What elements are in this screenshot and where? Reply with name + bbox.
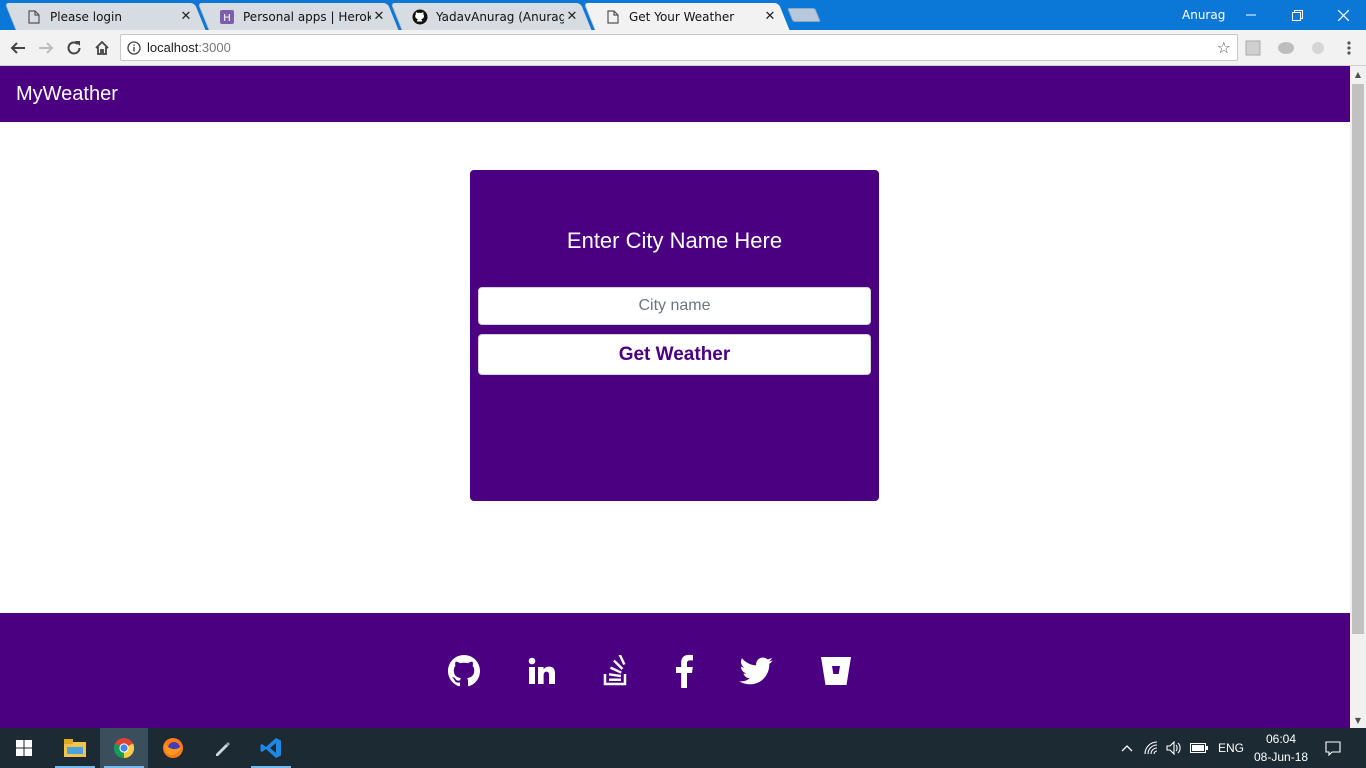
battery-icon[interactable] <box>1190 740 1208 756</box>
tab-please-login[interactable]: Please login ✕ <box>4 3 206 30</box>
heroku-icon: H <box>219 9 235 25</box>
close-icon[interactable]: ✕ <box>178 9 194 25</box>
city-name-input[interactable] <box>478 287 871 325</box>
pen-tool-icon[interactable] <box>198 728 246 768</box>
svg-text:H: H <box>223 13 231 24</box>
home-icon[interactable] <box>90 36 114 60</box>
wifi-icon[interactable] <box>1143 740 1161 756</box>
pdf-extension-icon[interactable] <box>1245 40 1263 56</box>
linkedin-icon[interactable] <box>524 653 560 689</box>
reload-icon[interactable] <box>62 36 86 60</box>
app-footer <box>0 613 1350 728</box>
get-weather-button[interactable]: Get Weather <box>478 334 871 375</box>
restore-icon[interactable] <box>1274 0 1320 30</box>
tab-label: Please login <box>50 9 122 24</box>
extension-icon[interactable] <box>1309 40 1327 56</box>
close-icon[interactable]: ✕ <box>762 9 778 25</box>
tab-heroku[interactable]: H Personal apps | Heroku ✕ <box>197 3 399 30</box>
scroll-down-icon[interactable]: ▼ <box>1350 712 1366 728</box>
tab-get-your-weather[interactable]: Get Your Weather ✕ <box>583 3 790 30</box>
new-tab-button[interactable] <box>787 8 821 22</box>
bookmark-star-icon[interactable]: ☆ <box>1217 38 1231 57</box>
url-text: localhost:3000 <box>147 40 231 55</box>
windows-taskbar: ENG 06:04 08-Jun-18 <box>0 728 1366 768</box>
input-language[interactable]: ENG <box>1218 741 1244 755</box>
tab-label: Personal apps | Heroku <box>243 9 371 24</box>
stackoverflow-icon[interactable] <box>598 653 634 689</box>
firefox-icon[interactable] <box>149 728 197 768</box>
page-icon <box>26 9 42 25</box>
minimize-icon[interactable] <box>1228 0 1274 30</box>
action-center-icon[interactable] <box>1324 740 1342 756</box>
site-info-icon[interactable] <box>127 40 141 59</box>
page-icon <box>605 9 621 25</box>
twitter-icon[interactable] <box>738 653 774 689</box>
github-icon <box>412 9 428 25</box>
scrollbar-thumb[interactable] <box>1352 84 1364 634</box>
brand-logo-text[interactable]: MyWeather <box>16 83 118 106</box>
forward-icon[interactable] <box>34 36 58 60</box>
address-bar[interactable]: localhost:3000 ☆ <box>120 34 1238 61</box>
clock-time[interactable]: 06:04 <box>1266 732 1296 746</box>
profile-name[interactable]: Anurag <box>1182 8 1225 22</box>
screen: Please login ✕ H Personal apps | Heroku … <box>0 0 1366 768</box>
facebook-icon[interactable] <box>666 653 702 689</box>
app-navbar: MyWeather <box>0 66 1350 122</box>
tab-label: Get Your Weather <box>629 9 735 24</box>
vertical-scrollbar[interactable]: ▲ ▼ <box>1350 66 1366 728</box>
back-icon[interactable] <box>6 36 30 60</box>
browser-titlebar: Please login ✕ H Personal apps | Heroku … <box>0 0 1366 30</box>
chrome-menu-icon[interactable] <box>1337 36 1361 60</box>
tab-github[interactable]: YadavAnurag (Anurag Ya ✕ <box>390 3 592 30</box>
volume-icon[interactable] <box>1165 740 1183 756</box>
clock-date[interactable]: 08-Jun-18 <box>1254 750 1308 764</box>
close-icon[interactable]: ✕ <box>564 9 580 25</box>
tab-label: YadavAnurag (Anurag Ya <box>436 9 564 24</box>
chrome-icon[interactable] <box>100 728 148 768</box>
browser-toolbar: localhost:3000 ☆ <box>0 30 1366 66</box>
extension-icon[interactable] <box>1277 40 1295 56</box>
vscode-icon[interactable] <box>247 728 295 768</box>
window-close-icon[interactable] <box>1320 0 1366 30</box>
github-icon[interactable] <box>446 653 482 689</box>
show-hidden-icons-icon[interactable] <box>1118 740 1136 756</box>
weather-form-card: Enter City Name Here Get Weather <box>470 170 879 501</box>
form-heading: Enter City Name Here <box>566 228 783 253</box>
close-icon[interactable]: ✕ <box>371 9 387 25</box>
windows-start-icon[interactable] <box>0 728 48 768</box>
page-viewport: MyWeather Enter City Name Here Get Weath… <box>0 66 1350 728</box>
bitbucket-icon[interactable] <box>818 653 854 689</box>
scroll-up-icon[interactable]: ▲ <box>1350 66 1366 82</box>
file-explorer-icon[interactable] <box>51 728 99 768</box>
